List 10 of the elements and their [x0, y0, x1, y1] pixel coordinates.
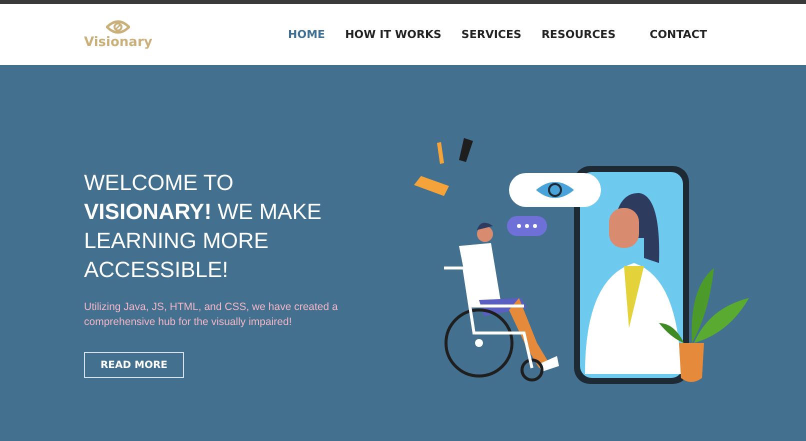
read-more-button[interactable]: READ MORE: [84, 352, 184, 378]
nav-link[interactable]: HOME: [288, 28, 326, 41]
nav-link[interactable]: RESOURCES: [541, 28, 616, 41]
nav-link[interactable]: HOW IT WORKS: [345, 28, 442, 41]
eye-logo-icon: [106, 20, 130, 34]
hero-headline: WELCOME TO VISIONARY! WE MAKE LEARNING MORE ACCESSIBLE!: [84, 169, 323, 284]
nav-link[interactable]: SERVICES: [461, 28, 522, 41]
hero-description: Utilizing Java, JS, HTML, and CSS, we have created a comprehensive hub for the visually impaired!: [84, 300, 339, 330]
nav-link[interactable]: CONTACT: [650, 28, 707, 41]
logo-text: Visionary: [84, 34, 152, 50]
